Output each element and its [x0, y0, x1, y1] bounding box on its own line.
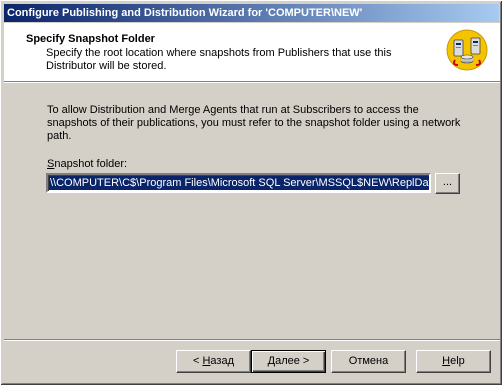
header-separator-highlight [4, 82, 500, 83]
snapshot-folder-label: Snapshot folder: [47, 158, 127, 170]
snapshot-folder-value: \\COMPUTER\C$\Program Files\Microsoft SQ… [49, 176, 429, 190]
help-button-text: elp [450, 355, 465, 367]
help-button[interactable]: Help [416, 350, 491, 373]
snapshot-folder-input[interactable]: \\COMPUTER\C$\Program Files\Microsoft SQ… [46, 173, 431, 193]
help-button-mnemonic: H [442, 355, 451, 367]
page-description: Specify the root location where snapshot… [46, 47, 392, 72]
back-button-text: азад [210, 355, 234, 367]
title-bar[interactable]: Configure Publishing and Distribution Wi… [4, 4, 499, 22]
footer-separator-highlight [4, 340, 500, 341]
window-title: Configure Publishing and Distribution Wi… [7, 7, 363, 19]
next-button-text: Далее [267, 355, 300, 367]
next-button[interactable]: Далее > [251, 350, 326, 373]
instructions-text: To allow Distribution and Merge Agents t… [47, 104, 461, 142]
wizard-window: Configure Publishing and Distribution Wi… [0, 0, 503, 386]
server-disk-icon [446, 29, 488, 71]
browse-button[interactable]: ... [435, 173, 460, 194]
page-title: Specify Snapshot Folder [26, 33, 155, 45]
cancel-button[interactable]: Отмена [331, 350, 406, 373]
snapshot-label-text: napshot folder: [54, 158, 128, 170]
wizard-header: Specify Snapshot Folder Specify the root… [4, 23, 500, 81]
next-button-suffix: > [299, 355, 310, 367]
back-button[interactable]: < Назад [176, 350, 251, 373]
